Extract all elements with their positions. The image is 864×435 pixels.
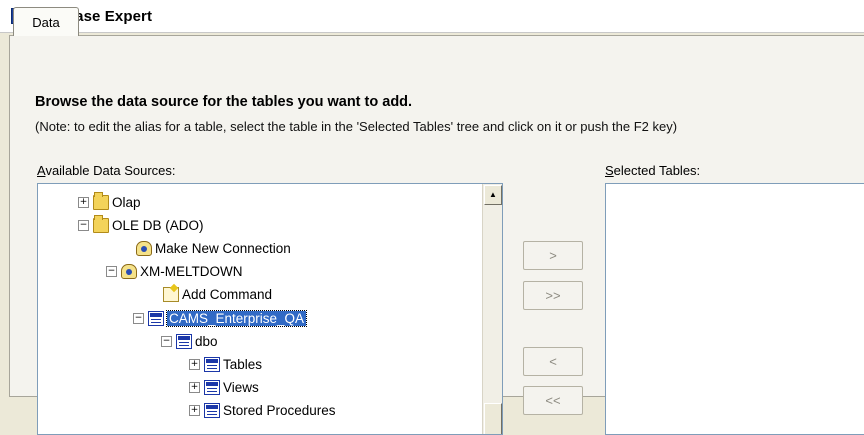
table-icon — [204, 356, 220, 372]
database-icon — [121, 263, 137, 279]
scroll-up-button[interactable]: ▲ — [484, 185, 502, 205]
collapse-toggle[interactable]: − — [78, 219, 89, 231]
expand-toggle[interactable]: + — [189, 404, 200, 416]
triangle-up-icon: ▲ — [489, 190, 497, 199]
tree-node-label: CAMS_Enterprise_QA — [165, 309, 308, 327]
add-table-button[interactable]: > — [523, 241, 583, 270]
tree-node-cams-enterprise-qa[interactable]: − CAMS_Enterprise_QA — [133, 307, 308, 329]
tree-node-dbo[interactable]: − dbo — [161, 330, 218, 352]
available-data-sources-tree[interactable]: + Olap − OLE DB (ADO) Make New Connectio… — [37, 183, 503, 435]
collapse-toggle[interactable]: − — [106, 265, 117, 277]
expand-toggle[interactable]: + — [78, 196, 89, 208]
tree-node-stored-procedures[interactable]: + Stored Procedures — [189, 399, 336, 421]
tree-node-label: OLE DB (ADO) — [112, 217, 204, 233]
tree-node-add-command[interactable]: Add Command — [163, 283, 272, 305]
tree-node-label: Make New Connection — [155, 240, 291, 256]
scroll-thumb[interactable] — [484, 403, 502, 434]
folder-icon — [93, 214, 109, 233]
tree-node-label: dbo — [195, 333, 218, 349]
tree-node-label: Add Command — [182, 286, 273, 302]
selected-label-text: elected Tables: — [613, 163, 701, 178]
tree-node-views[interactable]: + Views — [189, 376, 259, 398]
instructions-note: (Note: to edit the alias for a table, se… — [35, 119, 678, 134]
folder-icon — [93, 191, 109, 210]
remove-all-tables-button[interactable]: << — [523, 386, 583, 415]
vertical-scrollbar[interactable]: ▲ — [482, 184, 502, 434]
selected-tables-label: Selected Tables: — [605, 163, 700, 178]
tab-data[interactable]: Data — [13, 7, 79, 36]
tree-node-xm-meltdown[interactable]: − XM-MELTDOWN — [106, 260, 243, 282]
add-command-icon — [163, 286, 179, 302]
available-data-sources-label: Available Data Sources: — [37, 163, 176, 178]
selected-label-accesskey: S — [605, 163, 614, 178]
add-all-tables-button[interactable]: >> — [523, 281, 583, 310]
instructions-heading: Browse the data source for the tables yo… — [35, 94, 413, 110]
expand-toggle[interactable]: + — [189, 358, 200, 370]
tree-node-ole-db-ado[interactable]: − OLE DB (ADO) — [78, 214, 204, 236]
tab-data-label: Data — [32, 14, 60, 30]
tree-node-label: Tables — [223, 356, 263, 372]
tree-node-olap[interactable]: + Olap — [78, 191, 141, 213]
available-label-text: vailable Data Sources: — [45, 163, 176, 178]
table-icon — [204, 379, 220, 395]
new-connection-icon — [136, 240, 152, 256]
tree-node-label: Olap — [112, 194, 141, 210]
tree-node-label: XM-MELTDOWN — [140, 263, 243, 279]
tree-node-tables[interactable]: + Tables — [189, 353, 262, 375]
remove-table-button[interactable]: < — [523, 347, 583, 376]
collapse-toggle[interactable]: − — [133, 312, 144, 324]
table-icon — [204, 402, 220, 418]
title-bar: Database Expert — [0, 0, 864, 33]
tree-node-make-new-connection[interactable]: Make New Connection — [136, 237, 291, 259]
table-icon — [176, 333, 192, 349]
expand-toggle[interactable]: + — [189, 381, 200, 393]
selected-tables-tree[interactable] — [605, 183, 864, 435]
tree-node-label: Stored Procedures — [223, 402, 336, 418]
tree-node-label: Views — [223, 379, 259, 395]
table-icon — [148, 310, 164, 326]
collapse-toggle[interactable]: − — [161, 335, 172, 347]
